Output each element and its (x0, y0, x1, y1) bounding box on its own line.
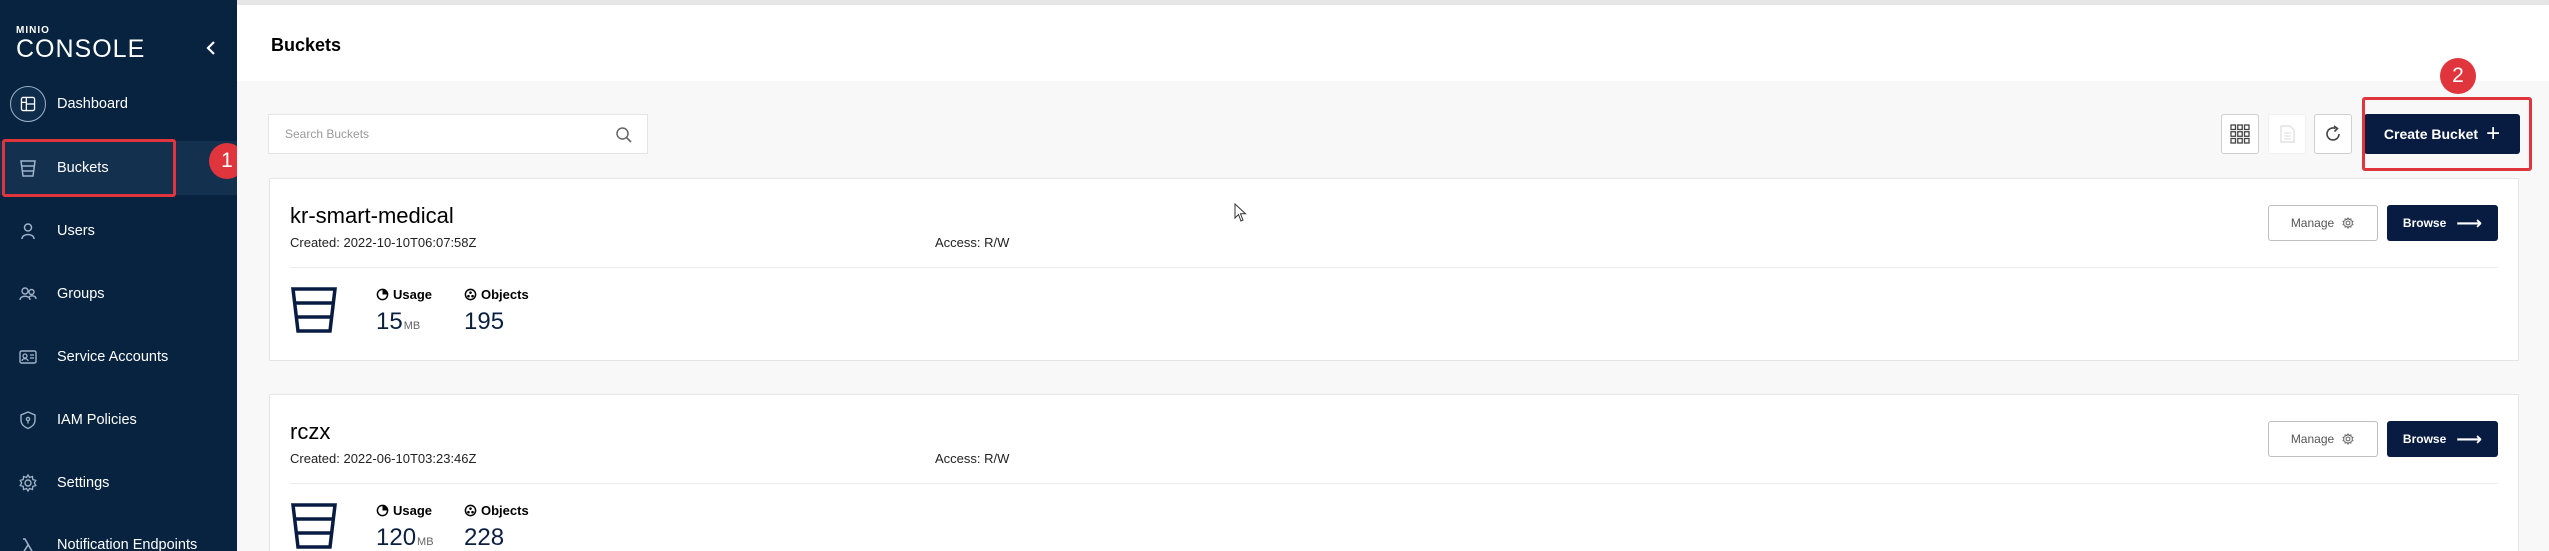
annotation-badge-2: 2 (2440, 58, 2476, 94)
minio-console-logo: MINIO CONSOLE (16, 26, 146, 63)
sidebar-item-users[interactable]: Users (0, 204, 237, 258)
sidebar-item-label: Groups (57, 286, 105, 302)
bucket-card: rczx Created: 2022-06-10T03:23:46Z Acces… (269, 394, 2519, 551)
manage-button[interactable]: Manage (2268, 421, 2378, 457)
bucket-name: rczx (290, 419, 331, 444)
objects-value: 228 (464, 524, 505, 551)
browse-label: Browse (2402, 216, 2447, 230)
objects-label: Objects (481, 287, 529, 302)
groups-icon (10, 276, 46, 312)
gear-icon (10, 465, 46, 501)
browse-label: Browse (2402, 432, 2447, 446)
sidebar: MINIO CONSOLE Dashboard Buckets Users Gr… (0, 0, 237, 551)
search-icon[interactable] (615, 126, 633, 144)
search-input[interactable] (269, 115, 589, 153)
page-header: Buckets (237, 5, 2549, 81)
sidebar-item-groups[interactable]: Groups (0, 267, 237, 321)
objects-icon (464, 504, 477, 517)
sidebar-item-label: Dashboard (57, 96, 128, 112)
grid-view-icon (2230, 124, 2250, 144)
arrow-right-icon: ⟶ (2456, 429, 2483, 449)
gear-icon (2342, 216, 2354, 230)
bucket-created-date: Created: 2022-10-10T06:07:58Z (290, 235, 477, 250)
objects-stat: Objects 228 (464, 503, 529, 551)
select-multiple-button[interactable] (2221, 114, 2259, 154)
bucket-icon (291, 287, 337, 333)
annotation-box-buckets (2, 139, 176, 197)
usage-unit: MB (403, 320, 421, 332)
shield-icon (10, 402, 46, 438)
usage-unit: MB (417, 536, 434, 548)
sidebar-item-label: Settings (57, 475, 110, 491)
sidebar-item-settings[interactable]: Settings (0, 456, 237, 510)
bucket-icon (291, 503, 337, 549)
divider (290, 267, 2498, 268)
bulk-action-button[interactable] (2268, 114, 2306, 154)
lambda-icon (10, 527, 46, 551)
sidebar-item-label: IAM Policies (57, 412, 137, 428)
bucket-name: kr-smart-medical (290, 203, 454, 228)
usage-stat: Usage 15MB (376, 287, 432, 336)
logo-big-text: CONSOLE (16, 35, 146, 63)
annotation-box-create-bucket (2362, 97, 2532, 171)
user-icon (10, 213, 46, 249)
manage-button[interactable]: Manage (2268, 205, 2378, 241)
browse-button[interactable]: Browse ⟶ (2387, 205, 2498, 241)
sidebar-item-label: Users (57, 223, 95, 239)
manage-label: Manage (2290, 432, 2335, 446)
manage-label: Manage (2290, 216, 2335, 230)
usage-label: Usage (393, 287, 433, 302)
arrow-right-icon: ⟶ (2456, 213, 2483, 233)
refresh-icon (2326, 125, 2340, 141)
gear-icon (2342, 432, 2354, 446)
sidebar-item-iam-policies[interactable]: IAM Policies (0, 393, 237, 447)
bucket-access: Access: R/W (935, 235, 1010, 250)
chevron-left-icon[interactable] (203, 37, 219, 59)
refresh-button[interactable] (2314, 114, 2352, 154)
sidebar-item-dashboard[interactable]: Dashboard (0, 77, 237, 131)
bucket-card: kr-smart-medical Created: 2022-10-10T06:… (269, 178, 2519, 361)
dashboard-icon (10, 86, 46, 122)
browse-button[interactable]: Browse ⟶ (2387, 421, 2498, 457)
pie-chart-icon (376, 288, 389, 301)
mouse-cursor-icon (1234, 203, 1247, 222)
bucket-created-date: Created: 2022-06-10T03:23:46Z (290, 451, 477, 466)
search-box (268, 114, 648, 154)
objects-label: Objects (481, 503, 529, 518)
pie-chart-icon (376, 504, 389, 517)
usage-value: 15 (376, 308, 403, 335)
objects-stat: Objects 195 (464, 287, 529, 336)
usage-stat: Usage 120MB (376, 503, 434, 551)
page-title: Buckets (271, 35, 342, 55)
sidebar-item-notification-endpoints[interactable]: Notification Endpoints (0, 518, 237, 551)
objects-value: 195 (464, 308, 505, 335)
bucket-access: Access: R/W (935, 451, 1010, 466)
sidebar-item-label: Notification Endpoints (57, 537, 198, 551)
document-icon (2280, 125, 2295, 143)
sidebar-item-service-accounts[interactable]: Service Accounts (0, 330, 237, 384)
service-accounts-icon (10, 339, 46, 375)
objects-icon (464, 288, 477, 301)
divider (290, 483, 2498, 484)
sidebar-item-label: Service Accounts (57, 349, 169, 365)
usage-label: Usage (393, 503, 433, 518)
usage-value: 120 (376, 524, 417, 551)
